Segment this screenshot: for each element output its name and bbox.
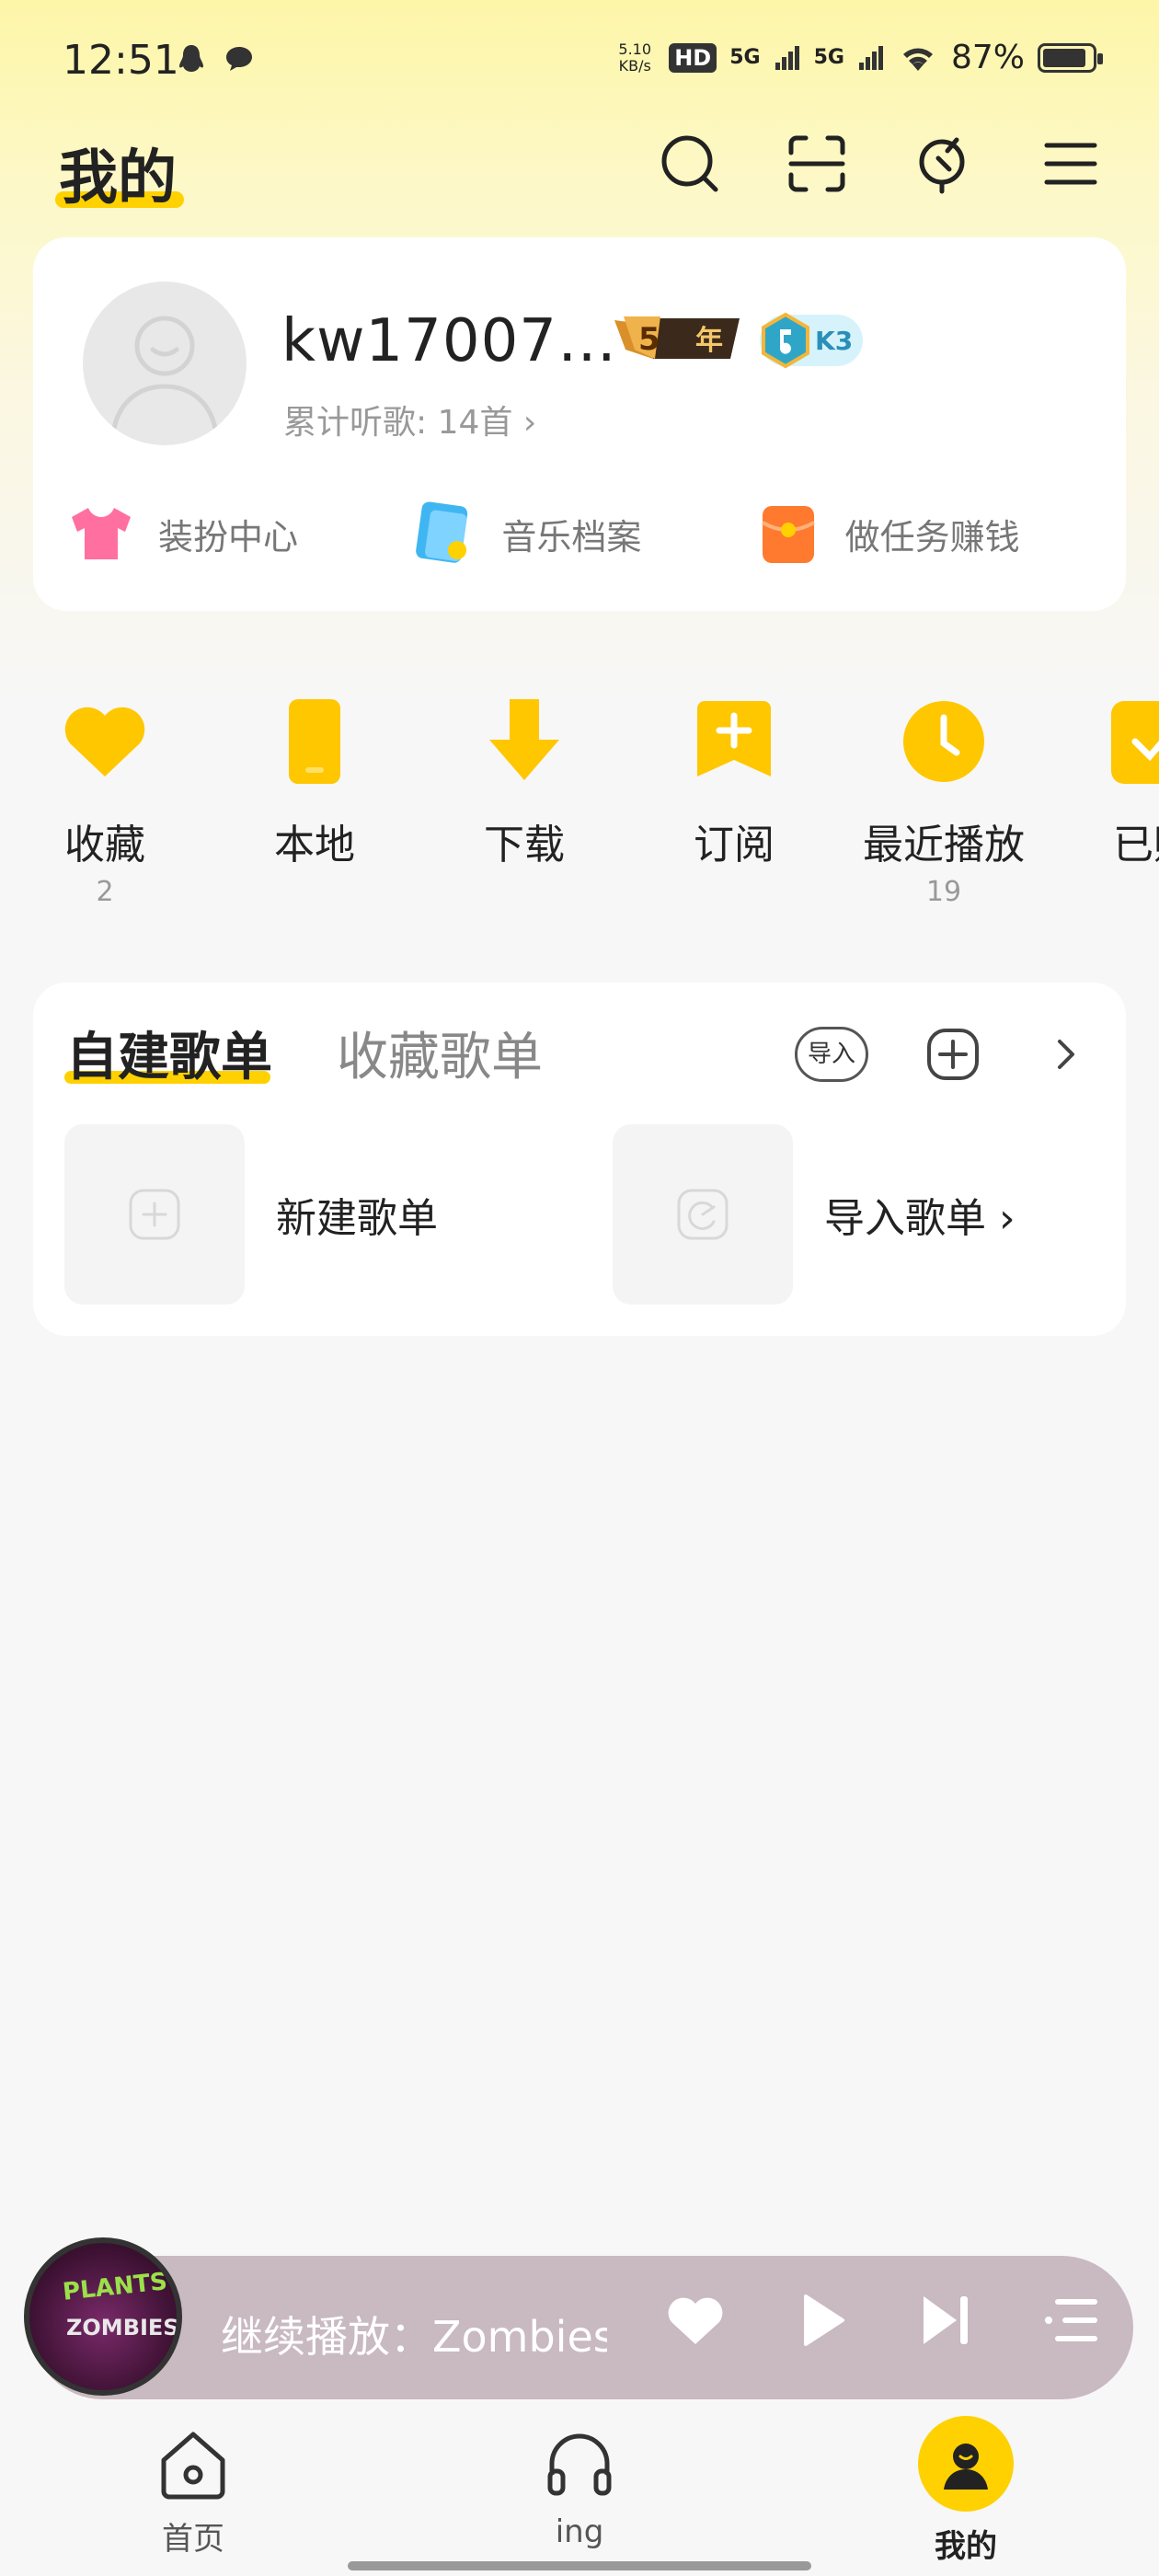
quick-subscribe[interactable]: 订阅 (651, 692, 817, 876)
chevron-right-icon[interactable] (1038, 1027, 1093, 1082)
tab-collected-playlists[interactable]: 收藏歌单 (337, 1016, 543, 1090)
heart-icon (64, 707, 145, 776)
playlist-actions: 导入 (795, 1027, 1093, 1082)
plus-square-icon (129, 1189, 180, 1240)
svg-text:5: 5 (638, 321, 660, 358)
heart-icon[interactable] (662, 2287, 729, 2353)
hd-icon: HD (669, 42, 717, 73)
quick-download[interactable]: 下载 (442, 692, 607, 876)
quick-local[interactable]: 本地 (232, 692, 397, 876)
page-title: 我的 (59, 144, 177, 213)
import-icon (677, 1189, 729, 1240)
cover-line-2: ZOMBIES (66, 2315, 179, 2340)
headphones-icon (547, 2433, 612, 2496)
status-time: 12:51 (63, 37, 179, 84)
dress-up-center-link[interactable]: 装扮中心 (66, 499, 409, 569)
add-playlist-icon[interactable] (925, 1027, 981, 1082)
microphone-icon[interactable] (911, 131, 977, 197)
notification-icons (175, 42, 256, 75)
tab-created-playlists[interactable]: 自建歌单 (66, 1016, 272, 1090)
signal-bars-icon-2 (858, 45, 883, 70)
status-bar: 12:51 5.10 KB/s HD 5G 5G 87% (0, 0, 1159, 120)
player-controls (662, 2287, 1104, 2353)
cover-line-1: PLANTS (61, 2268, 169, 2306)
music-archive-link[interactable]: 音乐档案 (409, 499, 752, 569)
profile-icon (944, 2444, 988, 2490)
bottom-navigation: 首页 ing 我的 (0, 2410, 1159, 2576)
tshirt-icon (72, 508, 131, 559)
wifi-icon (902, 48, 933, 71)
network-speed: 5.10 KB/s (618, 40, 652, 75)
import-playlist-thumb (613, 1124, 793, 1305)
now-playing-title[interactable]: 继续播放：Zombies (221, 2304, 607, 2364)
next-track-icon[interactable] (912, 2287, 979, 2353)
nav-mine[interactable]: 我的 (874, 2416, 1058, 2566)
profile-card: kw17007… 5 年 K3 累计听歌: 14首 › 装扮中心 音乐档案 做任… (33, 237, 1126, 611)
quick-recent[interactable]: 最近播放 19 (861, 692, 1027, 908)
nav-home[interactable]: 首页 (101, 2425, 285, 2559)
status-indicators: 5.10 KB/s HD 5G 5G 87% (614, 39, 1103, 76)
import-playlist-entry[interactable]: 导入歌单 › (613, 1124, 1016, 1305)
music-archive-icon (416, 501, 468, 563)
playlist-card: 自建歌单 收藏歌单 导入 新建歌单 导入歌单 › (33, 983, 1126, 1336)
nav-active-indicator (918, 2416, 1014, 2512)
quick-favorites[interactable]: 收藏 2 (22, 692, 188, 908)
playlist-queue-icon[interactable] (1038, 2287, 1104, 2353)
phone-icon (289, 699, 340, 784)
quick-access-row: 收藏 2 本地 下载 订阅 最近播放 19 已购 (0, 692, 1159, 922)
import-button[interactable]: 导入 (795, 1027, 868, 1082)
vip-years-badge[interactable]: 5 年 (611, 311, 749, 366)
signal-bars-icon (775, 45, 799, 70)
home-icon (161, 2432, 225, 2500)
purchased-icon (1111, 701, 1159, 784)
qq-penguin-icon (175, 42, 208, 75)
avatar[interactable] (83, 282, 247, 445)
signal-5g-icon-2: 5G (813, 46, 844, 69)
search-icon[interactable] (657, 131, 723, 197)
quick-purchased[interactable]: 已购 (1071, 692, 1159, 876)
header-actions (657, 131, 1104, 197)
profile-links: 装扮中心 音乐档案 做任务赚钱 (66, 499, 1096, 569)
battery-percent: 87% (950, 39, 1025, 76)
download-icon (489, 699, 559, 780)
level-hexagon-icon (762, 312, 809, 369)
listen-count[interactable]: 累计听歌: 14首 › (283, 396, 536, 443)
clock-icon (903, 701, 984, 782)
play-icon[interactable] (787, 2287, 854, 2353)
level-text: K3 (815, 326, 854, 356)
red-envelope-icon (761, 506, 815, 563)
svg-text:年: 年 (695, 325, 723, 357)
battery-icon (1038, 42, 1103, 73)
level-badge[interactable]: K3 (760, 312, 863, 369)
home-indicator[interactable] (348, 2561, 811, 2570)
earn-money-tasks-link[interactable]: 做任务赚钱 (753, 499, 1096, 569)
album-cover[interactable]: PLANTS ZOMBIES (24, 2237, 182, 2396)
new-playlist-entry[interactable]: 新建歌单 (64, 1124, 438, 1305)
message-bubble-icon (223, 42, 256, 75)
new-playlist-thumb (64, 1124, 245, 1305)
nav-ing[interactable]: ing (488, 2425, 671, 2550)
scan-icon[interactable] (784, 131, 850, 197)
menu-icon[interactable] (1038, 131, 1104, 197)
username[interactable]: kw17007… (281, 307, 617, 375)
subscribe-icon (697, 701, 771, 776)
signal-5g-icon: 5G (729, 46, 761, 69)
